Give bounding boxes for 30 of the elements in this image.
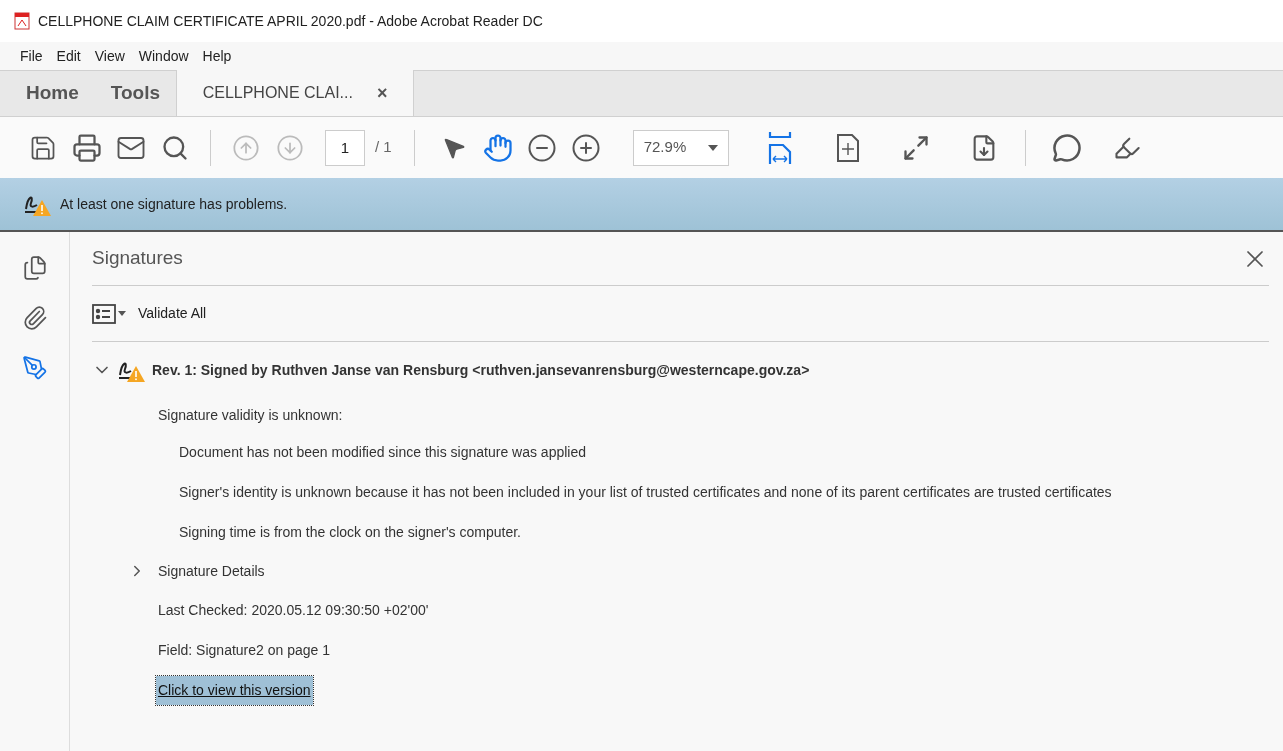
zoom-dropdown[interactable]: 72.9% <box>632 129 729 166</box>
menu-item[interactable]: Edit <box>50 45 87 67</box>
menu-item[interactable]: File <box>14 45 49 67</box>
document-tab[interactable]: CELLPHONE CLAI... × <box>176 70 415 116</box>
menu-item[interactable]: Help <box>196 45 238 67</box>
nav-tab[interactable]: Home <box>10 70 95 116</box>
page-number-field[interactable]: 1 <box>325 129 365 166</box>
caret-icon <box>707 144 718 151</box>
list-icon <box>92 303 116 324</box>
options-menu-button[interactable] <box>92 303 126 324</box>
page-total: / 1 <box>375 137 392 158</box>
menu-item[interactable]: Window <box>132 45 195 67</box>
signature-details-label[interactable]: Signature Details <box>158 560 265 582</box>
signature-header[interactable]: Rev. 1: Signed by Ruthven Janse van Rensburg <ruthven.jansevanrensburg@westerncape.gov.za> <box>152 359 810 381</box>
caret-icon <box>118 311 126 316</box>
close-tab-button[interactable]: × <box>376 79 388 107</box>
validate-all-button[interactable]: Validate All <box>138 303 207 324</box>
validity-reason: Signer's identity is unknown because it has not been included in your list of trusted certificates and none of its parent certificates are trusted certificates <box>179 482 1112 502</box>
menu-item[interactable]: View <box>88 45 131 67</box>
pdf-file-icon <box>14 12 30 30</box>
view-version-link[interactable]: Click to view this version <box>156 675 313 705</box>
validity-reason: Document has not been modified since this signature was applied <box>179 442 587 462</box>
validity-reason: Signing time is from the clock on the signer's computer. <box>179 522 521 542</box>
nav-tab[interactable]: Tools <box>94 70 177 116</box>
panel-title: Signatures <box>92 246 183 271</box>
field-text: Field: Signature2 on page 1 <box>158 640 330 660</box>
validity-text: Signature validity is unknown: <box>158 405 343 425</box>
window-title: CELLPHONE CLAIM CERTIFICATE APRIL 2020.pdf - Adobe Acrobat Reader DC <box>38 11 543 31</box>
last-checked-text: Last Checked: 2020.05.12 09:30:50 +02'00' <box>158 600 429 620</box>
notice-text: At least one signature has problems. <box>60 194 288 214</box>
